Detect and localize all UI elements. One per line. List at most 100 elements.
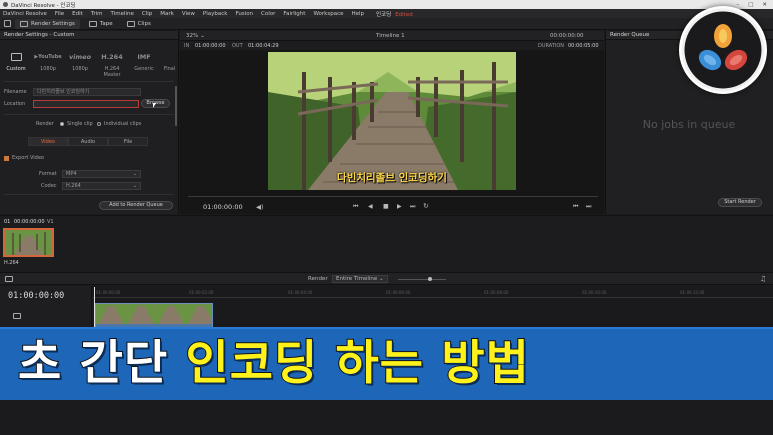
duration-label: DURATION — [538, 43, 565, 49]
ruler-tick: 01:00:12:00 — [680, 290, 705, 295]
radio-on-icon — [60, 122, 64, 126]
preset-h264[interactable]: H.264 H.264 Master — [96, 43, 128, 78]
zoom-slider[interactable] — [398, 279, 446, 280]
menu-mark[interactable]: Mark — [160, 11, 174, 17]
individual-clips-radio[interactable]: Individual clips — [97, 121, 141, 127]
go-to-start-icon[interactable]: ⏮ — [353, 203, 358, 211]
go-to-end-icon[interactable]: ⏭ — [410, 203, 415, 211]
clip-timecode: 00:00:00:00 — [14, 219, 45, 225]
out-label: OUT — [232, 43, 243, 49]
in-value: 01:00:00:00 — [195, 43, 226, 49]
step-back-icon[interactable]: ◀ — [368, 203, 373, 210]
clips-strip: 01 00:00:00:00 V1 H.264 — [0, 215, 773, 271]
loop-icon[interactable]: ↻ — [423, 202, 429, 210]
add-to-render-queue-button[interactable]: Add to Render Queue — [99, 201, 173, 210]
chevron-down-icon: ⌄ — [132, 183, 137, 189]
page-tabs: Render Settings Tape Clips — [0, 18, 773, 30]
banner-text: 초 간단 인코딩 하는 방법 — [0, 328, 773, 400]
render-range-label: Render — [308, 276, 328, 282]
timeline-ruler[interactable]: 01:00:00:00 01:00:02:00 01:00:04:00 01:0… — [93, 288, 773, 298]
menu-timeline[interactable]: Timeline — [111, 11, 134, 17]
audio-meter-icon[interactable]: ♫ — [760, 275, 766, 283]
next-clip-icon[interactable]: ⏭ — [586, 203, 591, 211]
checkbox-icon — [4, 155, 9, 161]
menu-help[interactable]: Help — [352, 11, 365, 17]
render-settings-icon — [20, 20, 28, 27]
ruler-tick: 01:00:10:00 — [582, 290, 607, 295]
preset-final[interactable]: Final — [160, 43, 179, 77]
menu-fairlight[interactable]: Fairlight — [283, 11, 305, 17]
duration-value: 00:00:05:00 — [568, 43, 599, 49]
tab-tape[interactable]: Tape — [84, 19, 118, 29]
custom-preset-icon — [10, 53, 22, 61]
timeline-name[interactable]: Timeline 1 — [376, 33, 405, 39]
ruler-tick: 01:00:04:00 — [288, 290, 313, 295]
youtube-icon: ▶YouTube — [34, 54, 62, 60]
menu-playback[interactable]: Playback — [203, 11, 228, 17]
divider — [4, 81, 174, 82]
davinci-logo-mark — [681, 8, 765, 92]
format-select[interactable]: MP4 ⌄ — [62, 170, 141, 178]
transport-controls: 01:00:00:00 ◀) ⏮ ◀ ■ ▶ ⏭ ↻ ⏮ ⏭ — [180, 200, 604, 214]
menu-view[interactable]: View — [182, 11, 195, 17]
banner-white-text: 초 간단 — [17, 335, 169, 392]
menu-fusion[interactable]: Fusion — [235, 11, 253, 17]
tab-render-settings[interactable]: Render Settings — [15, 18, 80, 29]
start-render-button[interactable]: Start Render — [718, 198, 762, 207]
preset-custom[interactable]: Custom — [0, 43, 32, 77]
panel-scrollbar[interactable] — [175, 86, 177, 126]
window-title-bar: DaVinci Resolve - 인코딩 – □ ✕ — [0, 0, 773, 9]
clip-thumbnail[interactable] — [3, 228, 54, 257]
preset-youtube[interactable]: ▶YouTube 1080p — [32, 43, 64, 77]
menu-trim[interactable]: Trim — [91, 11, 103, 17]
app-icon — [3, 2, 8, 7]
zoom-slider-handle[interactable] — [428, 277, 432, 281]
viewer-scrubber[interactable] — [188, 196, 598, 197]
export-video-checkbox[interactable]: Export Video — [4, 155, 44, 161]
track-video-icon[interactable] — [13, 313, 21, 319]
menu-edit[interactable]: Edit — [72, 11, 83, 17]
render-mode-label: Render — [36, 121, 54, 127]
prev-clip-icon[interactable]: ⏮ — [573, 203, 578, 211]
h264-icon: H.264 — [101, 53, 123, 61]
filename-input[interactable]: 다빈치리졸브 인코딩하기 — [33, 88, 141, 96]
preset-imf[interactable]: IMF Generic — [128, 43, 160, 77]
ruler-tick: 01:00:06:00 — [386, 290, 411, 295]
bottom-area — [0, 400, 773, 435]
preset-vimeo[interactable]: vimeo 1080p — [64, 43, 96, 77]
render-settings-header: Render Settings - Custom — [0, 31, 178, 40]
menu-davinci[interactable]: DaVinci Resolve — [3, 11, 47, 17]
tab-clips[interactable]: Clips — [122, 19, 156, 29]
video-caption: 다빈치리졸브 인코딩하기 — [337, 172, 447, 184]
single-clip-radio[interactable]: Single clip — [60, 121, 93, 127]
tab-video[interactable]: Video — [28, 137, 68, 146]
menu-color[interactable]: Color — [261, 11, 275, 17]
chevron-down-icon: ⌄ — [132, 171, 137, 177]
format-label: Format — [39, 171, 57, 177]
menu-clip[interactable]: Clip — [142, 11, 152, 17]
codec-select[interactable]: H.264 ⌄ — [62, 182, 141, 190]
banner-yellow-text: 인코딩 하는 방법 — [184, 335, 530, 392]
vimeo-icon: vimeo — [68, 53, 92, 61]
clip-track: V1 — [47, 219, 54, 225]
radio-off-icon — [97, 122, 101, 126]
tab-audio[interactable]: Audio — [68, 137, 108, 146]
play-icon[interactable]: ▶ — [397, 203, 402, 210]
clips-icon — [126, 20, 135, 27]
menu-file[interactable]: File — [55, 11, 64, 17]
menu-workspace[interactable]: Workspace — [313, 11, 343, 17]
filename-label: Filename — [4, 89, 27, 95]
tab-file[interactable]: File — [108, 137, 148, 146]
codec-label: Codec — [41, 183, 57, 189]
viewer-in-out: IN 01:00:00:00 OUT 01:00:04:29 DURATION … — [180, 41, 604, 50]
panel-toggle-icon[interactable] — [4, 20, 11, 27]
render-range-select[interactable]: Entire Timeline ⌄ — [332, 275, 388, 283]
location-input[interactable] — [33, 100, 139, 108]
timeline-view-icon[interactable] — [5, 276, 13, 282]
speaker-icon[interactable]: ◀) — [256, 203, 264, 211]
render-settings-panel: Render Settings - Custom Custom ▶YouTube… — [0, 31, 179, 214]
cursor-icon — [153, 103, 156, 108]
stop-icon[interactable]: ■ — [383, 203, 389, 210]
zoom-select[interactable]: 32% — [186, 33, 198, 39]
menu-bar: DaVinci Resolve File Edit Trim Timeline … — [0, 9, 773, 18]
